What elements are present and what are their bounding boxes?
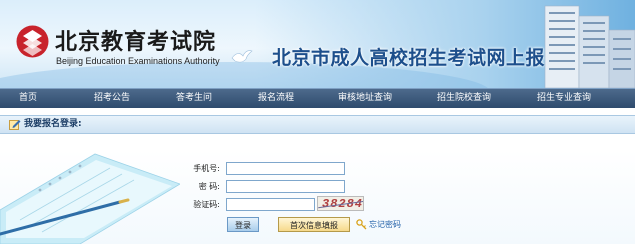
notebook-illustration — [0, 153, 180, 244]
logo-icon — [16, 25, 49, 58]
phone-label: 手机号: — [193, 164, 220, 173]
login-heading: 我要报名登录: — [24, 119, 82, 129]
captcha-image[interactable]: 38284 — [317, 196, 364, 211]
login-button[interactable]: 登录 — [227, 217, 259, 232]
captcha-label: 验证码: — [193, 200, 220, 209]
key-icon — [356, 219, 367, 230]
nav-item-process[interactable]: 报名流程 — [248, 89, 304, 108]
main-nav: 首页 招考公告 答考生问 报名流程 审核地址查询 招生院校查询 招生专业查询 — [0, 88, 635, 108]
nav-item-majors[interactable]: 招生专业查询 — [528, 89, 600, 108]
forgot-password-label: 忘记密码 — [369, 220, 401, 229]
login-section-header: 我要报名登录: — [0, 115, 635, 134]
captcha-input[interactable] — [226, 198, 315, 211]
logo-chinese-name: 北京教育考试院 — [55, 29, 217, 55]
header-banner: 北京教育考试院 Beijing Education Examinations A… — [0, 0, 635, 88]
password-input[interactable] — [226, 180, 345, 193]
nav-item-faq[interactable]: 答考生问 — [166, 89, 222, 108]
nav-item-home[interactable]: 首页 — [10, 89, 46, 108]
nav-item-schools[interactable]: 招生院校查询 — [428, 89, 500, 108]
dove-icon — [231, 50, 253, 63]
edit-icon — [9, 120, 21, 130]
logo-english-name: Beijing Education Examinations Authority — [56, 56, 220, 66]
password-label: 密 码: — [198, 182, 220, 191]
nav-item-announcements[interactable]: 招考公告 — [84, 89, 140, 108]
phone-input[interactable] — [226, 162, 345, 175]
first-time-register-button[interactable]: 首次信息填报 — [278, 217, 350, 232]
nav-item-review-address[interactable]: 审核地址查询 — [330, 89, 400, 108]
building-illustration — [544, 5, 635, 88]
